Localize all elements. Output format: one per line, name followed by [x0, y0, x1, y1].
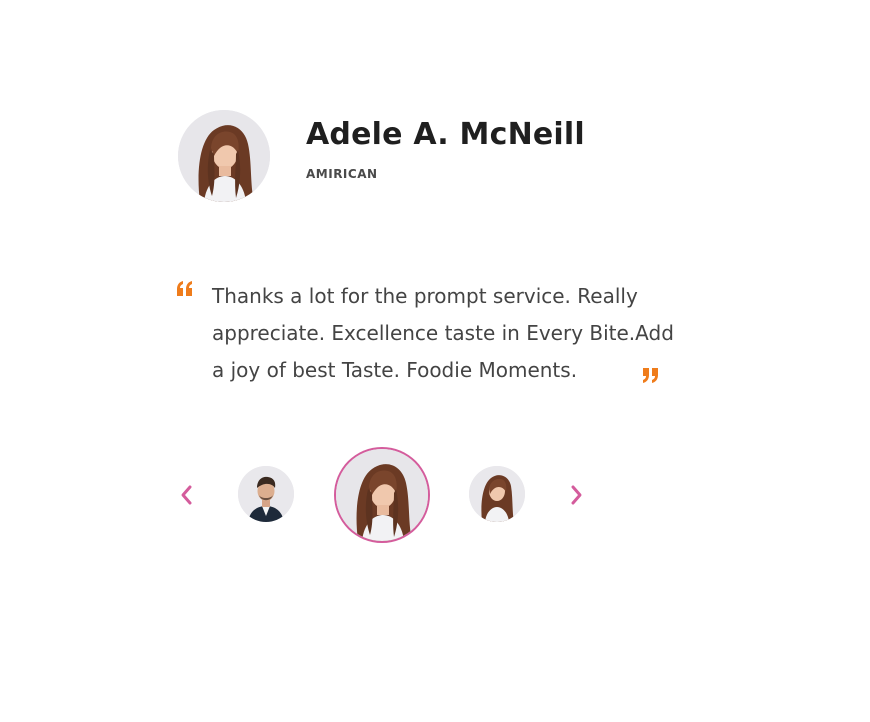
quote-line: Thanks a lot for the prompt service. Rea…: [212, 284, 638, 308]
quote-open-icon: [177, 281, 192, 296]
quote-line: appreciate. Excellence taste in Every Bi…: [212, 321, 674, 345]
name-block: Adele A. McNeill AMIRICAN: [306, 120, 585, 181]
person-name: Adele A. McNeill: [306, 117, 585, 152]
carousel-prev-button[interactable]: [173, 481, 201, 509]
carousel-avatar-woman[interactable]: [469, 466, 525, 522]
carousel-avatar-man[interactable]: [238, 466, 294, 522]
main-avatar: [178, 110, 270, 202]
chevron-left-icon: [181, 485, 192, 505]
quote-close-icon: [643, 368, 658, 383]
person-country: AMIRICAN: [306, 167, 378, 181]
chevron-right-icon: [571, 485, 582, 505]
carousel-avatar-woman-active[interactable]: [336, 449, 428, 541]
carousel-next-button[interactable]: [562, 481, 590, 509]
testimonial-header: Adele A. McNeill AMIRICAN: [178, 110, 585, 202]
